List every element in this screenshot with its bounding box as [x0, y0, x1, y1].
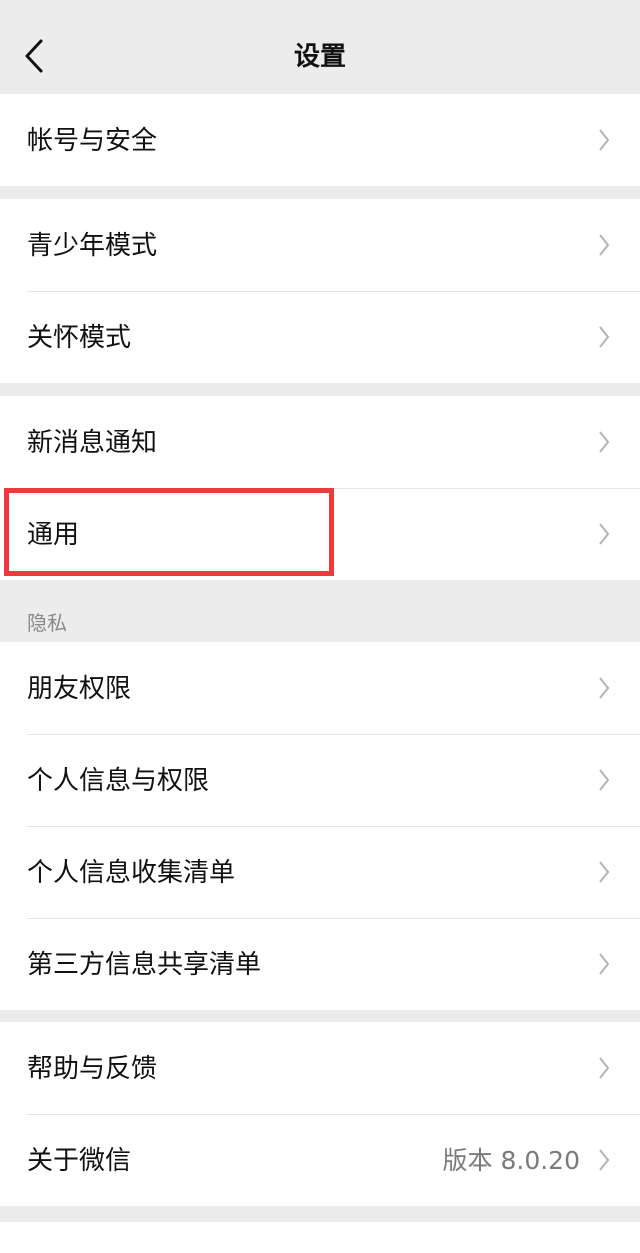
settings-item-label: 个人信息收集清单: [27, 858, 236, 888]
settings-item-teen-mode[interactable]: 青少年模式: [0, 199, 640, 291]
chevron-right-icon: [599, 677, 610, 699]
nav-bar: 设置: [0, 0, 640, 94]
settings-item-personal-info-permissions[interactable]: 个人信息与权限: [0, 734, 640, 826]
settings-item-label: 个人信息与权限: [27, 766, 210, 796]
chevron-right-icon: [599, 953, 610, 975]
chevron-right-icon: [599, 129, 610, 151]
settings-item-personal-info-collection[interactable]: 个人信息收集清单: [0, 826, 640, 918]
settings-item-label: 新消息通知: [27, 428, 158, 458]
section-label-privacy: 隐私: [27, 611, 67, 635]
chevron-right-icon: [599, 326, 610, 348]
settings-item-notifications[interactable]: 新消息通知: [0, 396, 640, 488]
chevron-right-icon: [599, 1057, 610, 1079]
chevron-right-icon: [599, 523, 610, 545]
chevron-right-icon: [599, 769, 610, 791]
settings-item-third-party-sharing[interactable]: 第三方信息共享清单: [0, 918, 640, 1010]
settings-group-cutoff: [0, 1222, 640, 1253]
chevron-right-icon: [599, 234, 610, 256]
settings-group-privacy: 朋友权限 个人信息与权限 个人信息收集清单 第三方信息共享清单: [0, 642, 640, 1010]
settings-item-care-mode[interactable]: 关怀模式: [0, 291, 640, 383]
settings-item-label: 第三方信息共享清单: [27, 950, 262, 980]
chevron-right-icon: [599, 431, 610, 453]
settings-item-about-wechat[interactable]: 关于微信 版本 8.0.20: [0, 1114, 640, 1206]
settings-item-friend-permissions[interactable]: 朋友权限: [0, 642, 640, 734]
settings-item-label: 关怀模式: [27, 323, 132, 353]
chevron-right-icon: [599, 861, 610, 883]
settings-item-help-feedback[interactable]: 帮助与反馈: [0, 1022, 640, 1114]
settings-item-account-security[interactable]: 帐号与安全: [0, 94, 640, 186]
version-value: 版本 8.0.20: [442, 1146, 580, 1175]
settings-group-account: 帐号与安全: [0, 94, 640, 186]
settings-group-modes: 青少年模式 关怀模式: [0, 199, 640, 383]
page-title: 设置: [293, 42, 346, 72]
settings-group-about: 帮助与反馈 关于微信 版本 8.0.20: [0, 1022, 640, 1206]
chevron-right-icon: [599, 1149, 610, 1171]
highlight-box: [4, 488, 334, 576]
settings-item-label: 帮助与反馈: [27, 1054, 158, 1084]
settings-item-label: 关于微信: [27, 1146, 132, 1176]
settings-item-label: 帐号与安全: [27, 126, 158, 156]
settings-item-label: 青少年模式: [27, 231, 158, 261]
settings-item-label: 朋友权限: [27, 674, 132, 704]
